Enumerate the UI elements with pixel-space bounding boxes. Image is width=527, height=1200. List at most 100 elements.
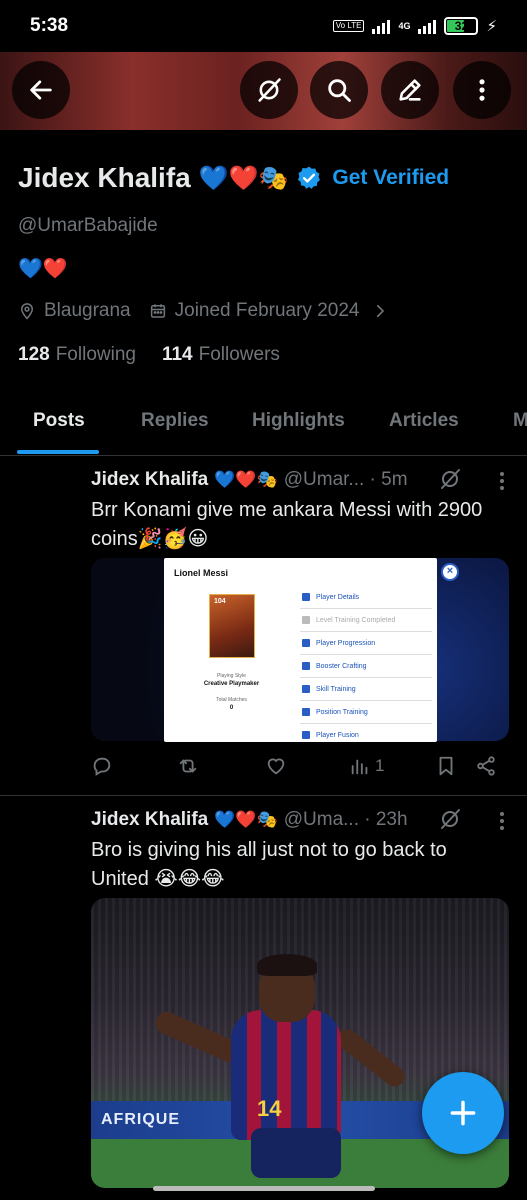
- post-divider: [0, 795, 527, 796]
- get-verified-link[interactable]: Get Verified: [332, 166, 449, 190]
- bookmark-icon: [439, 756, 453, 776]
- bookmark-button[interactable]: [435, 755, 457, 777]
- share-button[interactable]: [475, 755, 497, 777]
- popup-title: Lionel Messi: [174, 568, 229, 578]
- battery-icon: 32: [444, 17, 479, 35]
- location-pin-icon: [20, 303, 34, 320]
- views-count: 1: [375, 756, 385, 775]
- post-author-name[interactable]: Jidex Khalifa: [91, 469, 208, 491]
- follow-stats: 128 Following 114 Followers: [18, 344, 280, 366]
- tab-highlights[interactable]: Highlights: [252, 410, 345, 432]
- location-text: Blaugrana: [44, 300, 131, 321]
- network-type: 4G: [398, 20, 411, 31]
- profile-meta: Blaugrana Joined February 2024: [18, 300, 389, 322]
- post-actions: 1: [91, 755, 501, 783]
- followers-label: Followers: [198, 344, 280, 365]
- post-author-emojis: 💙❤️🎭: [214, 810, 278, 829]
- profile-name-row: Jidex Khalifa 💙❤️🎭 Get Verified: [18, 162, 449, 194]
- signal-icon-2: [418, 18, 437, 34]
- menu-item: Player Fusion: [300, 724, 432, 742]
- popup-menu: Player Details Level Training Completed …: [300, 586, 432, 742]
- menu-item: Level Training Completed: [300, 609, 432, 632]
- post-handle-time: @Uma... · 23h: [283, 809, 408, 830]
- followers-link[interactable]: 114 Followers: [162, 344, 280, 366]
- joined-date: Joined February 2024: [149, 300, 360, 322]
- total-matches-value: 0: [229, 705, 234, 711]
- menu-item: Booster Crafting: [300, 655, 432, 678]
- post-author-name[interactable]: Jidex Khalifa: [91, 809, 208, 831]
- player-card-rating: 104: [214, 598, 226, 605]
- repost-button[interactable]: [177, 755, 199, 777]
- repost-icon: [179, 759, 197, 773]
- location: Blaugrana: [18, 300, 131, 322]
- post-author-emojis: 💙❤️🎭: [214, 470, 278, 489]
- reply-icon: [93, 757, 111, 776]
- back-button[interactable]: [12, 61, 70, 119]
- grok-icon: [258, 78, 281, 102]
- chevron-right-icon[interactable]: [371, 302, 389, 320]
- search-button[interactable]: [310, 61, 368, 119]
- post-more-icon[interactable]: [499, 472, 505, 490]
- pencil-icon: [399, 79, 421, 101]
- game-screenshot-popup: Lionel Messi 104 Playing Style Creative …: [164, 558, 437, 742]
- search-icon: [328, 79, 351, 102]
- post-handle-time: @Umar... · 5m: [283, 469, 408, 490]
- playing-style-label: Playing Style: [217, 673, 246, 679]
- status-bar: 5:38 Vo LTE 4G 32 ⚡: [0, 0, 527, 52]
- profile-name: Jidex Khalifa: [18, 162, 191, 193]
- post-text: Brr Konami give me ankara Messi with 290…: [91, 499, 483, 550]
- post-header: Jidex Khalifa 💙❤️🎭 @Umar... · 5m: [91, 469, 408, 491]
- arrow-left-icon: [30, 80, 52, 100]
- views-icon: [351, 759, 368, 775]
- grok-icon[interactable]: [438, 467, 462, 491]
- post-header: Jidex Khalifa 💙❤️🎭 @Uma... · 23h: [91, 809, 408, 831]
- following-label: Following: [55, 344, 136, 365]
- menu-item: Position Training: [300, 701, 432, 724]
- volte-icon: Vo LTE: [332, 20, 365, 32]
- charging-icon: ⚡: [486, 18, 497, 35]
- profile-tabs: Posts Replies Highlights Articles M: [0, 400, 527, 456]
- more-button[interactable]: [453, 61, 511, 119]
- post-more-icon[interactable]: [499, 812, 505, 830]
- like-button[interactable]: [265, 755, 287, 777]
- reply-button[interactable]: [91, 755, 113, 777]
- followers-count: 114: [161, 344, 193, 365]
- shirt-number: 14: [257, 1096, 282, 1121]
- menu-item: Player Details: [300, 586, 432, 609]
- profile-name-emojis: 💙❤️🎭: [198, 164, 289, 192]
- active-tab-indicator: [17, 450, 99, 454]
- status-icons: Vo LTE 4G 32 ⚡: [332, 17, 497, 35]
- playing-style-value: Creative Playmaker: [203, 681, 260, 687]
- battery-level: 32: [454, 19, 469, 33]
- tab-replies[interactable]: Replies: [141, 410, 209, 432]
- tab-articles[interactable]: Articles: [389, 410, 459, 432]
- more-vertical-icon: [479, 79, 485, 101]
- verified-badge-icon[interactable]: [296, 165, 322, 191]
- grok-button[interactable]: [240, 61, 298, 119]
- edit-button[interactable]: [381, 61, 439, 119]
- calendar-icon: [150, 304, 165, 318]
- plus-icon: [450, 1100, 476, 1126]
- tab-media[interactable]: M: [513, 410, 527, 432]
- player-card: 104: [209, 594, 255, 658]
- popup-close-icon: ×: [441, 563, 459, 581]
- joined-text: Joined February 2024: [174, 300, 360, 321]
- heart-icon: [267, 758, 285, 775]
- status-time: 5:38: [30, 15, 69, 36]
- home-indicator[interactable]: [153, 1186, 375, 1191]
- profile-handle: @UmarBabajide: [18, 215, 158, 236]
- share-icon: [477, 756, 495, 776]
- views-button[interactable]: 1: [349, 755, 384, 777]
- following-link[interactable]: 128 Following: [18, 344, 136, 366]
- tab-posts[interactable]: Posts: [33, 410, 85, 432]
- grok-icon[interactable]: [438, 807, 462, 831]
- menu-item: Player Progression: [300, 632, 432, 655]
- total-matches-label: Total Matches: [216, 697, 247, 703]
- profile-bio: 💙❤️: [18, 258, 68, 280]
- post-text: Bro is giving his all just not to go bac…: [91, 839, 447, 890]
- signal-icon: [372, 18, 391, 34]
- following-count: 128: [18, 344, 50, 365]
- menu-item: Skill Training: [300, 678, 432, 701]
- stadium-board-text: AFRIQUE: [101, 1111, 180, 1128]
- compose-post-button[interactable]: [422, 1072, 504, 1154]
